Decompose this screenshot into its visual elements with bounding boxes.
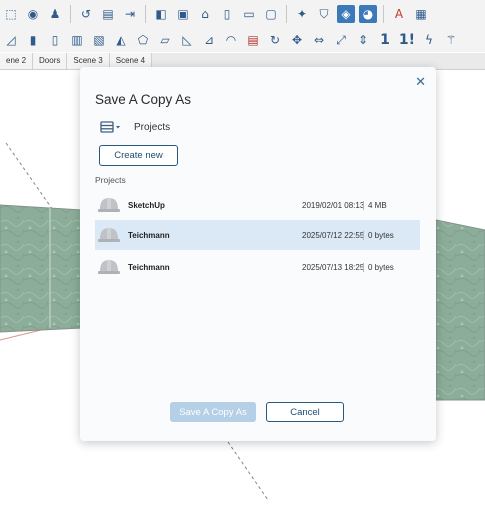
file-size: 4 MB xyxy=(363,200,387,210)
roof-icon[interactable]: ◭ xyxy=(112,31,130,49)
flip-icon[interactable]: ⇔ xyxy=(310,31,328,49)
file-name: Teichmann xyxy=(128,262,170,272)
location-label: Projects xyxy=(134,121,171,133)
select-icon[interactable]: ⬚ xyxy=(2,5,20,23)
hardhat-icon xyxy=(98,260,120,274)
wand-icon[interactable]: ⚚ xyxy=(442,31,460,49)
move-icon[interactable]: ✥ xyxy=(288,31,306,49)
doc3-icon[interactable]: ▭ xyxy=(240,5,258,23)
file-date: 2019/02/01 08:13 xyxy=(302,200,365,210)
doc2-icon[interactable]: ▯ xyxy=(218,5,236,23)
file-size: 0 bytes xyxy=(363,262,394,272)
scale-icon[interactable]: ⤢ xyxy=(332,31,350,49)
stair-icon[interactable]: ◿ xyxy=(2,31,20,49)
box-icon[interactable]: ▣ xyxy=(174,5,192,23)
slab-icon[interactable]: ▱ xyxy=(156,31,174,49)
file-name: SketchUp xyxy=(128,200,165,210)
toolbar-divider xyxy=(286,5,287,23)
shield-icon[interactable]: ⛉ xyxy=(315,5,333,23)
toolbar-divider xyxy=(70,5,71,23)
cube-icon[interactable]: ◧ xyxy=(152,5,170,23)
orbit-icon[interactable]: ↺ xyxy=(77,5,95,23)
close-icon[interactable]: ✕ xyxy=(415,75,426,90)
toolbar-divider xyxy=(145,5,146,23)
file-row-selected[interactable]: Teichmann 2025/07/12 22:55 0 bytes xyxy=(95,220,420,250)
roof2-icon[interactable]: ⬠ xyxy=(134,31,152,49)
scene-tab[interactable]: Doors xyxy=(33,53,68,69)
toolbar-divider xyxy=(383,5,384,23)
active-cube-icon[interactable]: ◈ xyxy=(337,5,355,23)
square-icon[interactable]: ▢ xyxy=(262,5,280,23)
file-name: Teichmann xyxy=(128,230,170,240)
bolt-icon[interactable]: ϟ xyxy=(420,31,438,49)
height-icon[interactable]: ⇕ xyxy=(354,31,372,49)
compass-icon[interactable]: ✦ xyxy=(293,5,311,23)
beam-icon[interactable]: ◺ xyxy=(178,31,196,49)
fold-icon[interactable]: ⊿ xyxy=(200,31,218,49)
hardhat-icon xyxy=(98,228,120,242)
hardhat-icon xyxy=(98,198,120,212)
scene-tab[interactable]: ene 2 xyxy=(0,53,34,69)
dialog-title: Save A Copy As xyxy=(95,92,192,107)
rotate-icon[interactable]: ↻ xyxy=(266,31,284,49)
panel-icon[interactable]: ▥ xyxy=(68,31,86,49)
file-date: 2025/07/13 18:25 xyxy=(302,262,365,272)
location-selector[interactable]: Projects xyxy=(100,121,170,133)
window-icon[interactable]: ▤ xyxy=(244,31,262,49)
door2-icon[interactable]: ▯ xyxy=(46,31,64,49)
house-icon[interactable]: ⌂ xyxy=(196,5,214,23)
curve-icon[interactable]: ◠ xyxy=(222,31,240,49)
save-copy-dialog: Save A Copy As ✕ Projects Create new Pro… xyxy=(80,67,436,441)
tools-toolbar: ◿ ▮ ▯ ▥ ▧ ◭ ⬠ ▱ ◺ ⊿ ◠ ▤ ↻ ✥ ⇔ ⤢ ⇕ 1 1! ϟ… xyxy=(0,28,485,52)
active-cube2-icon[interactable]: ◕ xyxy=(359,5,377,23)
cancel-button[interactable]: Cancel xyxy=(266,402,344,422)
save-copy-button[interactable]: Save A Copy As xyxy=(170,402,256,422)
create-new-button[interactable]: Create new xyxy=(99,145,178,166)
swatch-icon[interactable]: ▦ xyxy=(412,5,430,23)
one-bang-icon[interactable]: 1! xyxy=(398,31,416,49)
door-icon[interactable]: ▮ xyxy=(24,31,42,49)
doc-icon[interactable]: ▤ xyxy=(99,5,117,23)
file-row[interactable]: Teichmann 2025/07/13 18:25 0 bytes xyxy=(95,252,420,282)
list-menu-icon[interactable] xyxy=(100,121,122,133)
text-icon[interactable]: A xyxy=(390,5,408,23)
panel2-icon[interactable]: ▧ xyxy=(90,31,108,49)
arrow-icon[interactable]: ⇥ xyxy=(121,5,139,23)
walk-icon[interactable]: ♟ xyxy=(46,5,64,23)
one-icon[interactable]: 1 xyxy=(376,31,394,49)
main-toolbar: ⬚ ◉ ♟ ↺ ▤ ⇥ ◧ ▣ ⌂ ▯ ▭ ▢ ✦ ⛉ ◈ ◕ A ▦ xyxy=(0,0,485,29)
eye-icon[interactable]: ◉ xyxy=(24,5,42,23)
section-label: Projects xyxy=(95,175,126,185)
file-size: 0 bytes xyxy=(363,230,394,240)
file-date: 2025/07/12 22:55 xyxy=(302,230,365,240)
file-row[interactable]: SketchUp 2019/02/01 08:13 4 MB xyxy=(95,190,420,220)
